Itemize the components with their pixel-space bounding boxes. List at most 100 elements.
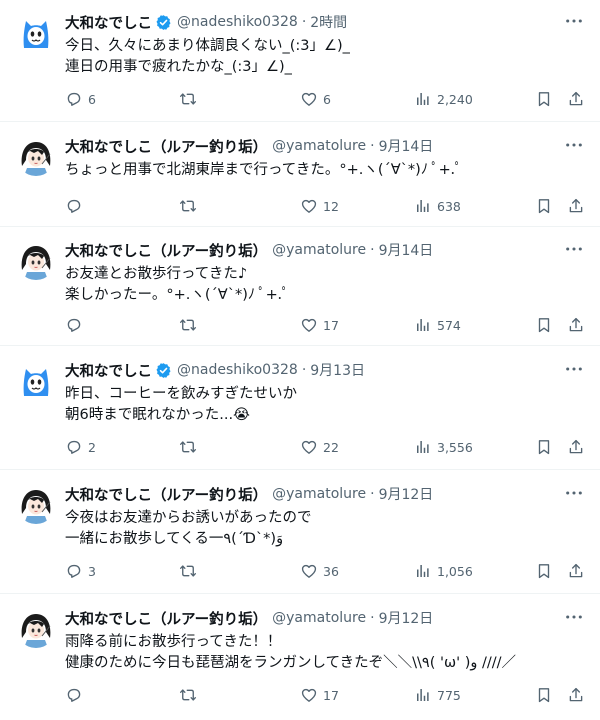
author-name[interactable]: 大和なでしこ	[65, 360, 152, 381]
reply-button[interactable]: 2	[65, 438, 96, 456]
tweet-text: 昨日、コーヒーを飲みすぎたせいか 朝6時まで眠れなかった...😭	[65, 386, 297, 423]
author-name[interactable]: 大和なでしこ（ルアー釣り垢）	[65, 608, 267, 629]
timestamp[interactable]: 9月12日	[379, 608, 434, 628]
tweet[interactable]: 大和なでしこ @nadeshiko0328 · 2時間 今日、久々にあまり体調良…	[0, 0, 600, 122]
heart-icon	[300, 438, 323, 456]
bookmark-button[interactable]	[535, 686, 553, 704]
more-options-button[interactable]	[564, 12, 584, 30]
repost-button[interactable]	[179, 686, 202, 704]
share-button[interactable]	[567, 438, 585, 456]
reply-button[interactable]	[65, 316, 88, 334]
repost-button[interactable]	[179, 197, 202, 215]
timestamp[interactable]: 9月14日	[379, 240, 434, 260]
separator-dot: ·	[370, 486, 375, 502]
bookmark-button[interactable]	[535, 438, 553, 456]
avatar[interactable]	[16, 360, 56, 400]
like-button[interactable]: 6	[300, 90, 331, 108]
like-count: 36	[323, 563, 339, 579]
author-name[interactable]: 大和なでしこ（ルアー釣り垢）	[65, 136, 267, 157]
like-button[interactable]: 22	[300, 438, 339, 456]
reply-icon	[65, 562, 88, 580]
reply-count: 6	[88, 91, 96, 107]
views-button[interactable]: 3,556	[414, 438, 473, 456]
tweet[interactable]: 大和なでしこ @nadeshiko0328 · 9月13日 昨日、コーヒーを飲み…	[0, 348, 600, 470]
reply-icon	[65, 197, 88, 215]
reply-button[interactable]: 6	[65, 90, 96, 108]
author-name[interactable]: 大和なでしこ（ルアー釣り垢）	[65, 240, 267, 261]
tweet[interactable]: 大和なでしこ（ルアー釣り垢） @yamatolure · 9月14日 ちょっと用…	[0, 124, 600, 227]
reply-icon	[65, 438, 88, 456]
author-handle[interactable]: @nadeshiko0328	[177, 362, 298, 378]
view-count: 2,240	[437, 91, 473, 107]
bookmark-button[interactable]	[535, 90, 553, 108]
views-button[interactable]: 574	[414, 316, 461, 334]
bookmark-icon	[535, 197, 553, 215]
bookmark-button[interactable]	[535, 316, 553, 334]
like-button[interactable]: 36	[300, 562, 339, 580]
views-button[interactable]: 2,240	[414, 90, 473, 108]
timestamp[interactable]: 2時間	[310, 12, 347, 32]
share-button[interactable]	[567, 197, 585, 215]
author-name[interactable]: 大和なでしこ（ルアー釣り垢）	[65, 484, 267, 505]
author-handle[interactable]: @yamatolure	[272, 610, 366, 626]
repost-icon	[179, 197, 202, 215]
avatar[interactable]	[16, 484, 56, 524]
more-options-button[interactable]	[564, 608, 584, 626]
action-bar: 6 6 2,240	[65, 88, 584, 110]
bookmark-button[interactable]	[535, 197, 553, 215]
reply-button[interactable]: 3	[65, 562, 96, 580]
avatar[interactable]	[16, 136, 56, 176]
reply-count: 2	[88, 439, 96, 455]
reply-icon	[65, 90, 88, 108]
verified-badge-icon	[155, 14, 172, 31]
avatar[interactable]	[16, 12, 56, 52]
heart-icon	[300, 562, 323, 580]
reply-button[interactable]	[65, 197, 88, 215]
more-options-button[interactable]	[564, 360, 584, 378]
tweet[interactable]: 大和なでしこ（ルアー釣り垢） @yamatolure · 9月12日 今夜はお友…	[0, 472, 600, 594]
like-button[interactable]: 17	[300, 316, 339, 334]
repost-button[interactable]	[179, 90, 202, 108]
view-count: 638	[437, 198, 461, 214]
avatar[interactable]	[16, 240, 56, 280]
repost-button[interactable]	[179, 438, 202, 456]
heart-icon	[300, 90, 323, 108]
bookmark-icon	[535, 686, 553, 704]
lure-girl-avatar-image	[16, 484, 56, 524]
author-handle[interactable]: @yamatolure	[272, 242, 366, 258]
separator-dot: ·	[301, 14, 307, 30]
share-button[interactable]	[567, 686, 585, 704]
tweet-header: 大和なでしこ（ルアー釣り垢） @yamatolure · 9月12日	[65, 608, 584, 628]
views-button[interactable]: 638	[414, 197, 461, 215]
like-count: 17	[323, 317, 339, 333]
tweet-text: ちょっと用事で北湖東岸まで行ってきた。°+.ヽ(´∀`*)ﾉ ﾟ+.ﾟ	[65, 162, 463, 178]
repost-button[interactable]	[179, 562, 202, 580]
share-button[interactable]	[567, 316, 585, 334]
more-options-button[interactable]	[564, 240, 584, 258]
more-options-button[interactable]	[564, 484, 584, 502]
like-button[interactable]: 17	[300, 686, 339, 704]
lure-girl-avatar-image	[16, 136, 56, 176]
share-button[interactable]	[567, 562, 585, 580]
author-handle[interactable]: @yamatolure	[272, 138, 366, 154]
timestamp[interactable]: 9月12日	[379, 484, 434, 504]
reply-button[interactable]	[65, 686, 88, 704]
share-icon	[567, 90, 585, 108]
tweet[interactable]: 大和なでしこ（ルアー釣り垢） @yamatolure · 9月12日 雨降る前に…	[0, 596, 600, 720]
views-chart-icon	[414, 686, 437, 704]
timestamp[interactable]: 9月13日	[310, 360, 365, 380]
tweet-header: 大和なでしこ（ルアー釣り垢） @yamatolure · 9月12日	[65, 484, 584, 504]
repost-button[interactable]	[179, 316, 202, 334]
like-button[interactable]: 12	[300, 197, 339, 215]
more-options-button[interactable]	[564, 136, 584, 154]
author-handle[interactable]: @nadeshiko0328	[177, 14, 298, 30]
bookmark-button[interactable]	[535, 562, 553, 580]
tweet[interactable]: 大和なでしこ（ルアー釣り垢） @yamatolure · 9月14日 お友達とお…	[0, 228, 600, 346]
author-name[interactable]: 大和なでしこ	[65, 12, 152, 33]
views-button[interactable]: 775	[414, 686, 461, 704]
views-button[interactable]: 1,056	[414, 562, 473, 580]
avatar[interactable]	[16, 608, 56, 648]
timestamp[interactable]: 9月14日	[379, 136, 434, 156]
author-handle[interactable]: @yamatolure	[272, 486, 366, 502]
share-button[interactable]	[567, 90, 585, 108]
